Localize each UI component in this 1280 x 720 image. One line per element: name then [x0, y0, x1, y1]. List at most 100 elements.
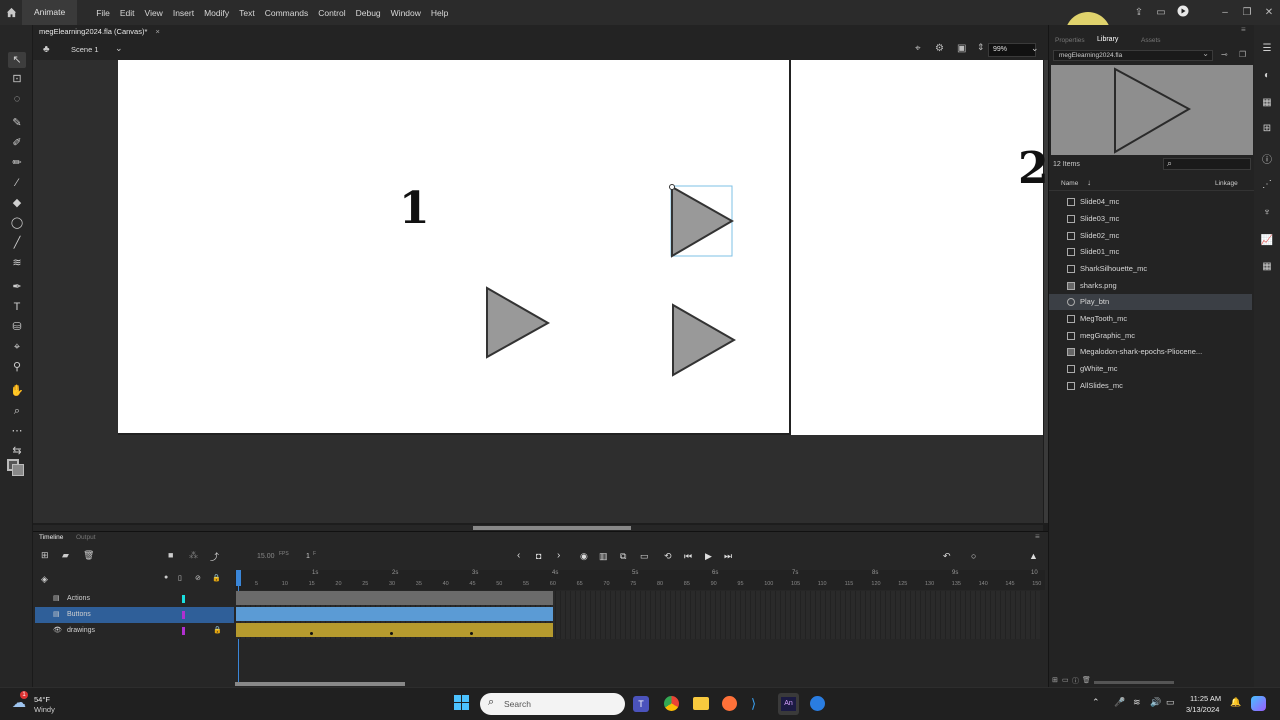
lasso-tool-icon[interactable]: ◌ [8, 91, 26, 107]
library-item[interactable]: Slide01_mc [1049, 244, 1252, 260]
wifi-icon[interactable]: ≋ [1133, 697, 1141, 708]
more-tools-icon[interactable]: ⋯ [8, 423, 26, 439]
library-item[interactable]: Slide02_mc [1049, 228, 1252, 244]
library-document-select[interactable]: megElearning2024.fla ⌄ [1053, 49, 1213, 61]
loop-icon[interactable]: ⟲ [664, 551, 672, 562]
hide-layers-icon[interactable]: ⊘ [195, 574, 201, 582]
app-name-tab[interactable]: Animate [22, 0, 78, 25]
scene-dropdown-chevron-icon[interactable]: ⌄ [115, 43, 123, 54]
document-tab[interactable]: megElearning2024.fla (Canvas)* × [39, 27, 160, 36]
zoom-tool-icon[interactable]: ⌕ [8, 403, 26, 419]
home-icon[interactable] [0, 0, 22, 25]
color-icon[interactable]: ◐ [1260, 70, 1274, 84]
tab-output[interactable]: Output [76, 534, 96, 541]
library-item[interactable]: gWhite_mc [1049, 361, 1252, 377]
next-keyframe-icon[interactable]: › [557, 550, 560, 561]
library-item[interactable]: AllSlides_mc [1049, 378, 1252, 394]
properties-icon[interactable]: ⓘ [1072, 676, 1079, 686]
play-icon[interactable]: ▶ [705, 551, 712, 562]
play-button-right[interactable] [672, 303, 737, 377]
tab-assets[interactable]: Assets [1141, 37, 1161, 44]
graph-icon[interactable]: ⤴ [210, 550, 219, 563]
line-tool-icon[interactable]: ╱ [8, 235, 26, 251]
layer-lock-icon[interactable]: 🔒 [213, 623, 222, 639]
tray-chevron-up-icon[interactable]: ⌃ [1092, 697, 1100, 708]
panel-menu-icon[interactable]: ≡ [1241, 25, 1246, 34]
settings-app-icon[interactable] [810, 696, 825, 711]
components-icon[interactable]: ⋰ [1260, 179, 1274, 193]
volume-icon[interactable]: 🔊 [1150, 697, 1161, 708]
playhead-handle[interactable] [236, 570, 241, 586]
swatches-icon[interactable]: ▦ [1260, 97, 1274, 111]
library-item[interactable]: SharkSilhouette_mc [1049, 261, 1252, 277]
camera-icon[interactable]: ■ [168, 550, 173, 560]
taskbar-search-input[interactable]: ⌕ Search [480, 693, 625, 715]
free-transform-tool-icon[interactable]: ⊡ [8, 71, 26, 87]
menu-debug[interactable]: Debug [351, 8, 386, 18]
tab-library[interactable]: Library [1097, 36, 1118, 43]
microphone-icon[interactable]: 🎤 [1114, 697, 1125, 708]
tab-properties[interactable]: Properties [1055, 37, 1085, 44]
library-horizontal-scrollbar[interactable] [1094, 681, 1174, 684]
onion-outline-icon[interactable]: ▥ [599, 551, 608, 562]
zoom-field[interactable]: 99% [988, 43, 1036, 57]
layer-depth-icon[interactable]: ⁂ [189, 550, 198, 561]
info-icon[interactable]: ⓘ [1260, 151, 1274, 166]
battery-icon[interactable]: ▭ [1166, 697, 1175, 708]
menu-edit[interactable]: Edit [115, 8, 140, 18]
menu-insert[interactable]: Insert [168, 8, 199, 18]
library-item[interactable]: Megalodon-shark-epochs-Pliocene... [1049, 344, 1252, 360]
clip-content-icon[interactable]: ⚙ [935, 43, 944, 54]
chrome-icon[interactable] [664, 696, 679, 711]
onion-skin-icon[interactable]: ◉ [580, 551, 588, 562]
undo-icon[interactable]: ↶ [943, 551, 951, 562]
notifications-bell-icon[interactable]: 🔔 [1230, 697, 1241, 708]
actions-frame-span[interactable] [236, 591, 553, 605]
code-snippets-icon[interactable]: ♆ [1260, 207, 1274, 221]
zoom-stepper-icon[interactable]: ⇕ [977, 42, 985, 53]
timeline-menu-icon[interactable]: ≡ [1035, 532, 1040, 541]
drawings-frame-span[interactable] [236, 623, 553, 637]
buttons-frame-span[interactable] [236, 607, 553, 621]
stage-horizontal-scrollbar[interactable] [473, 526, 631, 530]
pin-library-icon[interactable]: ⊸ [1221, 50, 1228, 59]
file-explorer-icon[interactable] [693, 697, 709, 710]
scene-name[interactable]: Scene 1 [71, 45, 99, 54]
play-button-left[interactable] [486, 286, 551, 359]
library-item-selected[interactable]: Play_btn [1049, 294, 1252, 310]
new-symbol-icon[interactable]: ⊞ [1052, 676, 1058, 684]
weather-desc[interactable]: Windy [34, 705, 55, 714]
step-back-icon[interactable]: ⏮ [684, 551, 692, 562]
restore-icon[interactable]: ❐ [1236, 7, 1258, 18]
fps-value[interactable]: 15.00 [257, 553, 275, 560]
tab-timeline[interactable]: Timeline [39, 534, 63, 541]
center-stage-icon[interactable]: ⌖ [915, 43, 921, 54]
menu-window[interactable]: Window [386, 8, 426, 18]
align-icon[interactable]: ☰ [1260, 43, 1274, 57]
paint-bucket-tool-icon[interactable]: ⛁ [8, 319, 26, 335]
play-button-selected[interactable] [669, 184, 735, 258]
layer-row-actions[interactable]: ▤ Actions [35, 591, 234, 607]
zoom-dropdown-chevron-icon[interactable]: ⌄ [1031, 43, 1039, 54]
timeline-horizontal-scrollbar[interactable] [235, 682, 405, 686]
document-tab-close-icon[interactable]: × [156, 27, 160, 36]
hand-tool-icon[interactable]: ✋ [8, 383, 26, 399]
menu-view[interactable]: View [140, 8, 168, 18]
keyframe-dot[interactable] [470, 632, 473, 635]
keyframe-dot[interactable] [390, 632, 393, 635]
library-search-input[interactable]: ⌕ [1163, 158, 1251, 170]
frame-scale-circle-icon[interactable]: ○ [971, 551, 976, 561]
share-icon[interactable]: ⇪ [1128, 7, 1150, 18]
prev-keyframe-icon[interactable]: ‹ [517, 550, 520, 561]
stroke-fill-swap-icon[interactable]: ⇆ [8, 443, 26, 459]
animate-taskbar-item[interactable]: An [778, 693, 799, 715]
eraser-tool-icon[interactable]: ◆ [8, 195, 26, 211]
collapse-timeline-icon[interactable]: ▲ [1029, 551, 1038, 561]
layer-row-drawings[interactable]: 👁 drawings 🔒 [35, 623, 234, 639]
library-item[interactable]: MegTooth_mc [1049, 311, 1252, 327]
fluid-brush-tool-icon[interactable]: ⁄ [8, 175, 26, 191]
lock-layers-icon[interactable]: 🔒 [212, 574, 221, 582]
layer-row-buttons[interactable]: ▤ Buttons [35, 607, 234, 623]
library-item[interactable]: Slide03_mc [1049, 211, 1252, 227]
menu-help[interactable]: Help [426, 8, 453, 18]
